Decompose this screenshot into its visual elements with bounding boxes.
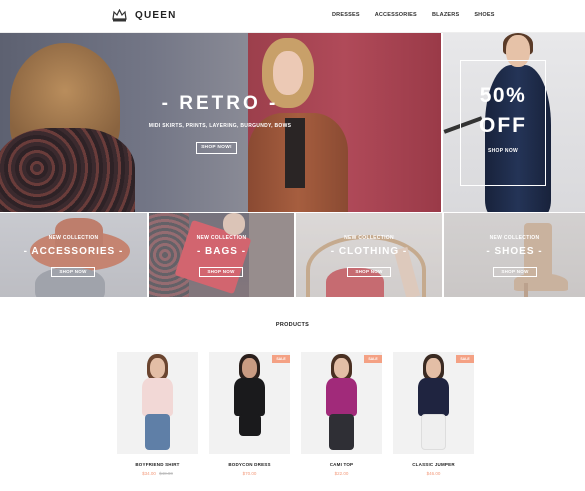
category-name: - ACCESSORIES -	[23, 246, 124, 257]
category-tag: NEW COLLECTION	[489, 235, 540, 241]
model-dress-skirt	[239, 414, 261, 436]
product-price-row: $34.00 $48.00	[117, 471, 198, 476]
model-dress	[234, 378, 265, 416]
category-shoes[interactable]: NEW COLLECTION - SHOES - SHOP NOW	[444, 213, 585, 297]
sale-badge: SALE	[456, 355, 474, 363]
category-bags[interactable]: NEW COLLECTION - BAGS - SHOP NOW	[149, 213, 294, 297]
product-card[interactable]: SALE CLASSIC JUMPER $46.00	[393, 352, 474, 476]
sale-shop-button[interactable]: SHOP NOW	[460, 148, 546, 154]
category-name: - BAGS -	[196, 246, 247, 257]
product-price: $34.00	[142, 471, 156, 476]
category-accessories[interactable]: NEW COLLECTION - ACCESSORIES - SHOP NOW	[0, 213, 147, 297]
product-card[interactable]: BOYFRIEND SHIRT $34.00 $48.00	[117, 352, 198, 476]
sale-banner: 50% OFF SHOP NOW	[443, 33, 585, 212]
product-price: $46.00	[426, 471, 441, 476]
model-face	[334, 358, 349, 378]
model-shirt	[142, 378, 173, 416]
model-jeans	[145, 414, 170, 450]
category-tag: NEW COLLECTION	[196, 235, 247, 241]
category-name: - SHOES -	[486, 246, 543, 257]
category-shop-button[interactable]: SHOP NOW	[51, 267, 95, 277]
crown-icon	[112, 9, 127, 22]
nav-shoes[interactable]: SHOES	[474, 12, 494, 18]
product-card[interactable]: SALE CAMI TOP $22.00	[301, 352, 382, 476]
main-nav: DRESSES ACCESSORIES BLAZERS SHOES	[332, 12, 495, 18]
sale-off: OFF	[479, 114, 527, 137]
sale-badge: SALE	[272, 355, 290, 363]
sale-badge: SALE	[364, 355, 382, 363]
product-image[interactable]: SALE	[301, 352, 382, 454]
brand-name: QUEEN	[135, 10, 177, 21]
model-face	[426, 358, 441, 378]
product-name[interactable]: CLASSIC JUMPER	[393, 462, 474, 467]
model-white-pants	[421, 414, 446, 450]
category-tag: NEW COLLECTION	[344, 235, 394, 241]
product-price-row: $22.00	[301, 471, 382, 476]
category-shop-button[interactable]: SHOP NOW	[199, 267, 243, 277]
category-tag: NEW COLLECTION	[48, 235, 99, 241]
category-shop-button[interactable]: SHOP NOW	[493, 267, 537, 277]
product-name[interactable]: BODYCON DRESS	[209, 462, 290, 467]
product-image[interactable]: SALE	[393, 352, 474, 454]
model-pants	[329, 414, 354, 450]
model-face	[150, 358, 165, 378]
products-heading: PRODUCTS	[275, 322, 310, 328]
product-image[interactable]: SALE	[209, 352, 290, 454]
product-price-row: $70.00	[209, 471, 290, 476]
sale-percent: 50%	[479, 84, 527, 107]
model-cami-top	[326, 378, 357, 416]
category-name: - CLOTHING -	[330, 246, 408, 257]
product-image[interactable]	[117, 352, 198, 454]
hero-banner: - RETRO - MIDI SKIRTS, PRINTS, LAYERING,…	[0, 33, 441, 212]
nav-dresses[interactable]: DRESSES	[332, 12, 360, 18]
hero-title: - RETRO -	[161, 93, 279, 114]
product-name[interactable]: BOYFRIEND SHIRT	[117, 462, 198, 467]
site-header: QUEEN DRESSES ACCESSORIES BLAZERS SHOES	[0, 0, 585, 33]
product-price: $22.00	[334, 471, 349, 476]
hero-floral-coat	[0, 128, 135, 212]
hero-model-face	[273, 51, 303, 95]
product-name[interactable]: CAMI TOP	[301, 462, 382, 467]
product-old-price: $48.00	[159, 471, 173, 476]
model-face	[242, 358, 257, 378]
product-card[interactable]: SALE BODYCON DRESS $70.00	[209, 352, 290, 476]
model-jumper	[418, 378, 449, 416]
hero-subtitle: MIDI SKIRTS, PRINTS, LAYERING, BURGUNDY,…	[148, 123, 292, 129]
category-clothing[interactable]: NEW COLLECTION - CLOTHING - SHOP NOW	[296, 213, 442, 297]
logo[interactable]: QUEEN	[112, 9, 177, 22]
nav-blazers[interactable]: BLAZERS	[432, 12, 459, 18]
product-price-row: $46.00	[393, 471, 474, 476]
category-shop-button[interactable]: SHOP NOW	[347, 267, 391, 277]
product-price: $70.00	[242, 471, 257, 476]
nav-accessories[interactable]: ACCESSORIES	[375, 12, 417, 18]
hero-shop-button[interactable]: SHOP NOW!	[196, 142, 237, 154]
